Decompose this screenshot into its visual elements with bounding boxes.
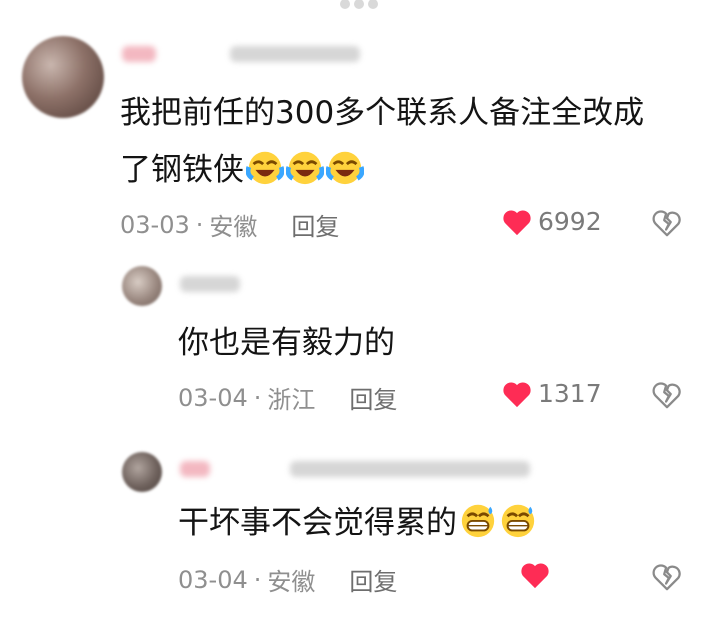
meta-separator: ·	[195, 210, 204, 239]
comment-location: 安徽	[209, 213, 258, 241]
crying-laughing-emoji	[246, 151, 284, 185]
heart-icon	[503, 209, 531, 235]
heart-icon	[503, 381, 531, 407]
comment-location: 浙江	[267, 386, 316, 414]
username-blurred[interactable]	[122, 46, 156, 62]
username-blurred[interactable]	[180, 461, 210, 477]
comment-text: 我把前任的300多个联系人备注全改成	[120, 95, 645, 131]
comment-location: 安徽	[267, 568, 316, 596]
comment-meta: 03-04 · 安徽 回复	[178, 562, 397, 597]
like-button[interactable]: 6992	[502, 207, 602, 236]
dislike-icon[interactable]	[652, 562, 682, 592]
crying-laughing-emoji	[326, 151, 364, 185]
avatar[interactable]	[122, 452, 162, 492]
comment-date: 03-04	[178, 565, 248, 594]
grinning-sweat-emoji	[461, 504, 495, 538]
meta-separator: ·	[253, 565, 262, 594]
top-indicator	[340, 0, 400, 9]
comment-date: 03-04	[178, 383, 248, 412]
reply-button[interactable]: 回复	[349, 380, 397, 415]
crying-laughing-emoji	[286, 151, 324, 185]
username-blurred[interactable]	[290, 461, 530, 477]
avatar[interactable]	[22, 36, 104, 118]
like-button[interactable]	[520, 561, 556, 589]
username-blurred[interactable]	[230, 46, 360, 62]
avatar[interactable]	[122, 266, 162, 306]
dislike-icon[interactable]	[652, 208, 682, 238]
username-blurred[interactable]	[180, 276, 240, 292]
comment-text-line2: 了钢铁侠	[120, 145, 364, 195]
like-count: 1317	[538, 379, 602, 408]
reply-button[interactable]: 回复	[349, 562, 397, 597]
dislike-icon[interactable]	[652, 380, 682, 410]
grinning-sweat-emoji	[501, 504, 535, 538]
reply-button[interactable]: 回复	[291, 207, 339, 242]
comment-text: 你也是有毅力的	[178, 325, 395, 361]
comment-text: 干坏事不会觉得累的	[178, 505, 457, 541]
comment-text-line: 干坏事不会觉得累的	[178, 498, 537, 548]
like-count: 6992	[538, 207, 602, 236]
like-button[interactable]: 1317	[502, 379, 602, 408]
heart-icon	[521, 563, 549, 589]
comment-meta: 03-03 · 安徽 回复	[120, 207, 339, 242]
comment-date: 03-03	[120, 210, 190, 239]
comment-text-continued: 了钢铁侠	[120, 152, 244, 188]
meta-separator: ·	[253, 383, 262, 412]
comment-meta: 03-04 · 浙江 回复	[178, 380, 397, 415]
